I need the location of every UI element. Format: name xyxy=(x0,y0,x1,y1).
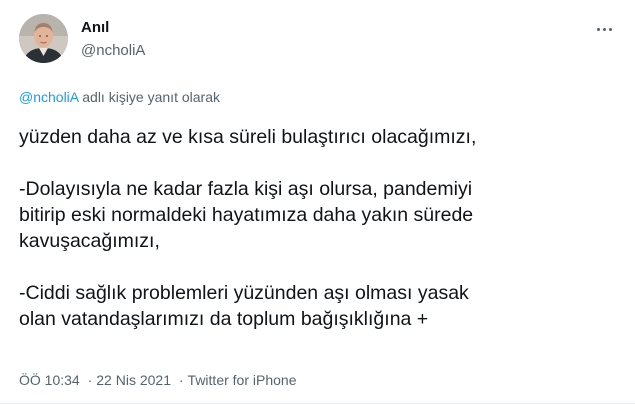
meta-separator: · xyxy=(178,372,184,388)
reply-mention-link[interactable]: @ncholiA xyxy=(19,89,78,105)
tweet-text-line: bitirip eski normaldeki hayatımıza daha … xyxy=(19,204,474,226)
avatar-photo xyxy=(19,14,68,63)
author-name[interactable]: Anıl xyxy=(81,19,109,37)
avatar[interactable] xyxy=(19,14,68,63)
more-dots-icon xyxy=(602,27,606,31)
meta-separator: · xyxy=(87,372,93,388)
more-options-button[interactable] xyxy=(589,18,619,40)
more-dots-icon xyxy=(608,27,612,31)
tweet-source[interactable]: Twitter for iPhone xyxy=(188,372,297,388)
more-dots-icon xyxy=(596,27,600,31)
tweet-text-line: -Dolayısıyla ne kadar fazla kişi aşı olu… xyxy=(19,178,473,200)
tweet-text-line: olan vatandaşlarımızı da toplum bağışıkl… xyxy=(19,308,429,330)
tweet-text: yüzden daha az ve kısa süreli bulaştırıc… xyxy=(19,124,619,332)
reply-context: @ncholiA adlı kişiye yanıt olarak xyxy=(19,88,220,106)
tweet-text-line: yüzden daha az ve kısa süreli bulaştırıc… xyxy=(19,126,477,148)
tweet-text-line: kavuşacağımızı, xyxy=(19,230,160,252)
tweet-text-line: -Ciddi sağlık problemleri yüzünden aşı o… xyxy=(19,282,469,304)
tweet-timestamp[interactable]: ÖÖ 10:34 xyxy=(19,372,80,388)
tweet-date[interactable]: 22 Nis 2021 xyxy=(96,372,171,388)
tweet-metadata: ÖÖ 10:34 · 22 Nis 2021 · Twitter for iPhon… xyxy=(19,371,296,389)
reply-context-text: adlı kişiye yanıt olarak xyxy=(82,89,220,105)
author-handle[interactable]: @ncholiA xyxy=(81,42,145,60)
tweet-card: Anıl @ncholiA @ncholiA adlı kişiye yanıt… xyxy=(0,0,635,404)
